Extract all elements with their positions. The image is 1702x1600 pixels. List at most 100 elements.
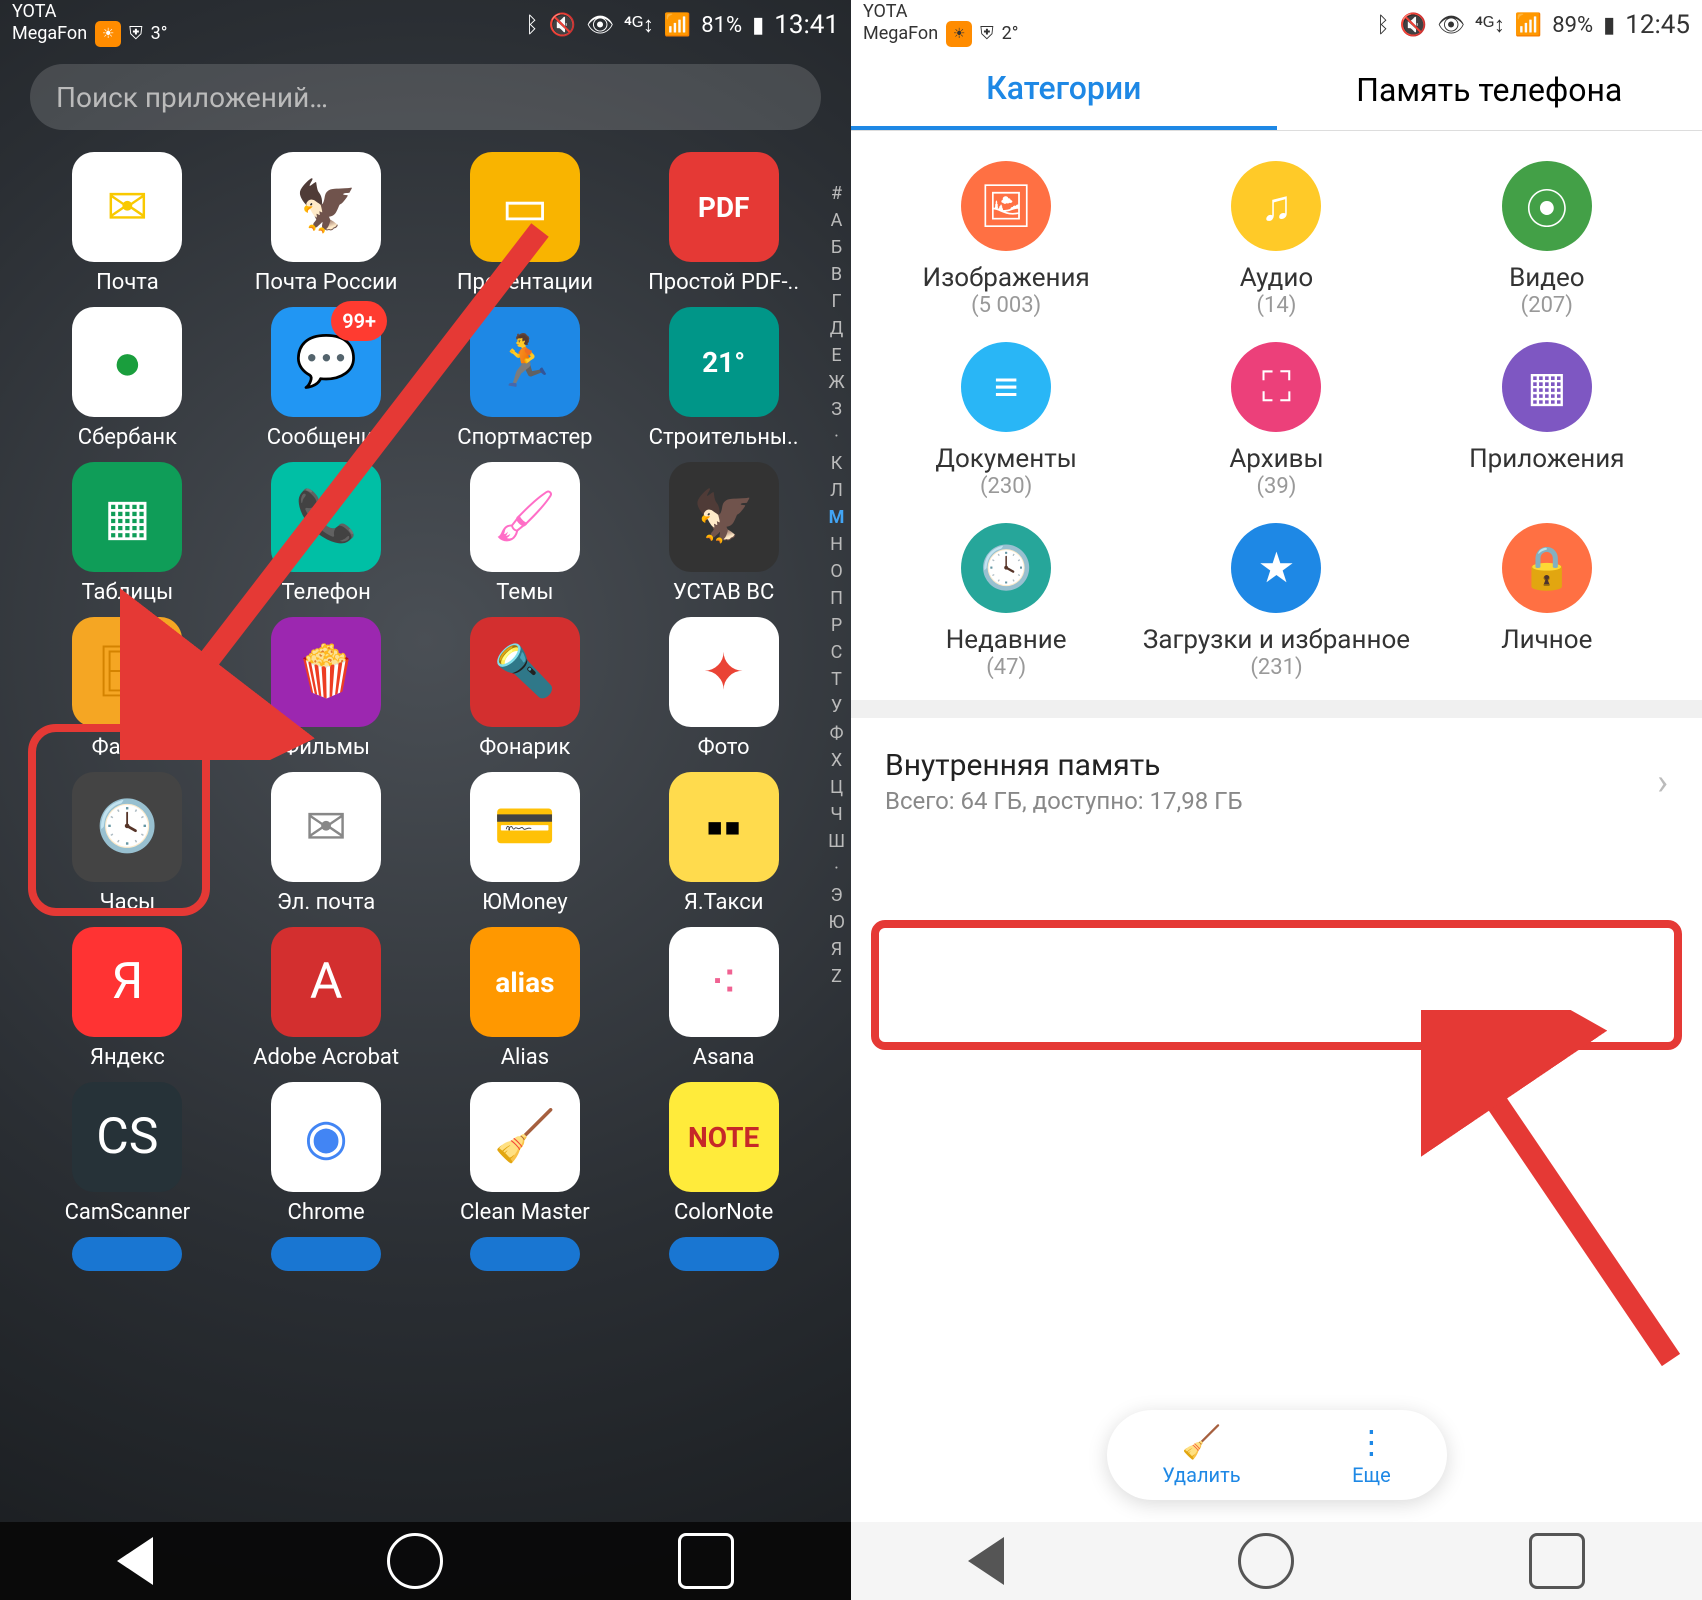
delete-button[interactable]: 🧹 Удалить [1162,1423,1240,1487]
nav-home[interactable] [1238,1533,1294,1589]
alpha-Р[interactable]: Р [831,612,842,639]
app-фильмы[interactable]: 🍿Фильмы [227,617,426,760]
storage-sub: Всего: 64 ГБ, доступно: 17,98 ГБ [885,787,1243,815]
alpha-Э[interactable]: Э [830,882,842,909]
more-button[interactable]: ⋮ Еще [1352,1423,1391,1487]
alpha-А[interactable]: А [831,207,843,234]
app-файлы[interactable]: 🗄Файлы [28,617,227,760]
nav-home[interactable] [387,1533,443,1589]
app-часы[interactable]: 🕓Часы [28,772,227,915]
app-строительны-[interactable]: 21°Строительны.. [624,307,823,450]
nav-back[interactable] [117,1537,153,1585]
category-приложения[interactable]: ▦Приложения [1412,342,1682,499]
app-partial[interactable] [227,1237,426,1271]
alpha-Х[interactable]: Х [831,747,842,774]
app-фото[interactable]: ✦Фото [624,617,823,760]
app-почта-россии[interactable]: 🦅Почта России [227,152,426,295]
alpha-У[interactable]: У [831,693,842,720]
app-camscanner[interactable]: CSCamScanner [28,1082,227,1225]
app-фонарик[interactable]: 🔦Фонарик [426,617,625,760]
battery-icon: ▮ [1603,13,1615,38]
category-видео[interactable]: ⦿Видео(207) [1412,161,1682,318]
dots-icon: ⋮ [1355,1423,1387,1461]
alpha-index[interactable]: #АБВГДЕЖЗ·КЛМНОПРСТУФХЦЧШ·ЭЮЯZ [828,180,845,990]
app-устав-вс[interactable]: 🦅УСТАВ ВС [624,462,823,605]
app-таблицы[interactable]: ▦Таблицы [28,462,227,605]
app-partial[interactable] [28,1237,227,1271]
app-label: УСТАВ ВС [673,580,774,605]
category-документы[interactable]: ≡Документы(230) [871,342,1141,499]
app-сообщения[interactable]: 💬99+Сообщения [227,307,426,450]
alpha-#[interactable]: # [831,180,842,207]
alpha-Б[interactable]: Б [831,234,842,261]
alpha-Ч[interactable]: Ч [830,801,842,828]
alpha-Ю[interactable]: Ю [828,909,844,936]
app-icon: ▭ [470,152,580,262]
app-partial[interactable] [426,1237,625,1271]
alpha-Д[interactable]: Д [830,315,844,342]
category-label: Личное [1501,625,1592,655]
alpha-Л[interactable]: Л [830,477,843,504]
alpha-Т[interactable]: Т [831,666,842,693]
app-сбербанк[interactable]: ●Сбербанк [28,307,227,450]
alpha-Ф[interactable]: Ф [830,720,844,747]
app-эл-почта[interactable]: ✉Эл. почта [227,772,426,915]
app-я-такси[interactable]: ▪▪Я.Такси [624,772,823,915]
app-label: Adobe Acrobat [253,1045,399,1070]
category-label: Архивы [1229,444,1323,474]
delete-label: Удалить [1162,1463,1240,1487]
alpha-О[interactable]: О [830,558,842,585]
alpha-П[interactable]: П [830,585,843,612]
app-grid: ✉Почта🦅Почта России▭ПрезентацииPDFПросто… [0,144,851,1271]
category-загрузки-и-избранное[interactable]: ★Загрузки и избранное(231) [1141,523,1411,680]
alpha-К[interactable]: К [831,450,843,477]
app-презентации[interactable]: ▭Презентации [426,152,625,295]
app-юmoney[interactable]: 💳ЮMoney [426,772,625,915]
nav-back[interactable] [968,1537,1004,1585]
category-недавние[interactable]: 🕓Недавние(47) [871,523,1141,680]
app-colornote[interactable]: NOTEColorNote [624,1082,823,1225]
app-простой-pdf-[interactable]: PDFПростой PDF-.. [624,152,823,295]
alpha-Н[interactable]: Н [830,531,843,558]
category-личное[interactable]: 🔒Личное [1412,523,1682,680]
internal-storage-row[interactable]: Внутренняя память Всего: 64 ГБ, доступно… [863,730,1690,833]
app-adobe-acrobat[interactable]: AAdobe Acrobat [227,927,426,1070]
app-яндекс[interactable]: ЯЯндекс [28,927,227,1070]
alpha-·[interactable]: · [834,855,839,882]
app-icon: CS [72,1082,182,1192]
app-почта[interactable]: ✉Почта [28,152,227,295]
alpha-З[interactable]: З [831,396,842,423]
alpha-Ж[interactable]: Ж [828,369,844,396]
alpha-М[interactable]: М [829,504,845,531]
app-icon [669,1237,779,1271]
app-темы[interactable]: 🖌Темы [426,462,625,605]
category-icon: 🕓 [961,523,1051,613]
alpha-В[interactable]: В [831,261,842,288]
app-спортмастер[interactable]: 🏃Спортмастер [426,307,625,450]
app-partial[interactable] [624,1237,823,1271]
alpha-Г[interactable]: Г [832,288,842,315]
alpha-Z[interactable]: Z [831,963,842,990]
search-input[interactable]: Поиск приложений… [30,64,821,130]
alpha-Е[interactable]: Е [831,342,841,369]
app-chrome[interactable]: ◉Chrome [227,1082,426,1225]
app-label: Фильмы [282,735,370,760]
nav-recent[interactable] [1529,1533,1585,1589]
alpha-Ц[interactable]: Ц [830,774,843,801]
tab-phone-memory[interactable]: Память телефона [1277,50,1702,130]
nav-recent[interactable] [678,1533,734,1589]
tab-categories[interactable]: Категории [851,50,1277,130]
category-label: Изображения [923,263,1090,293]
alpha-Ш[interactable]: Ш [828,828,845,855]
app-asana[interactable]: ⁖Asana [624,927,823,1070]
app-alias[interactable]: aliasAlias [426,927,625,1070]
app-телефон[interactable]: 📞Телефон [227,462,426,605]
category-аудио[interactable]: ♫Аудио(14) [1141,161,1411,318]
app-label: Фото [698,735,750,760]
app-clean-master[interactable]: 🧹Clean Master [426,1082,625,1225]
alpha-Я[interactable]: Я [831,936,842,963]
category-архивы[interactable]: ⛶Архивы(39) [1141,342,1411,499]
category-изображения[interactable]: 🖼Изображения(5 003) [871,161,1141,318]
alpha-·[interactable]: · [834,423,839,450]
alpha-С[interactable]: С [831,639,843,666]
